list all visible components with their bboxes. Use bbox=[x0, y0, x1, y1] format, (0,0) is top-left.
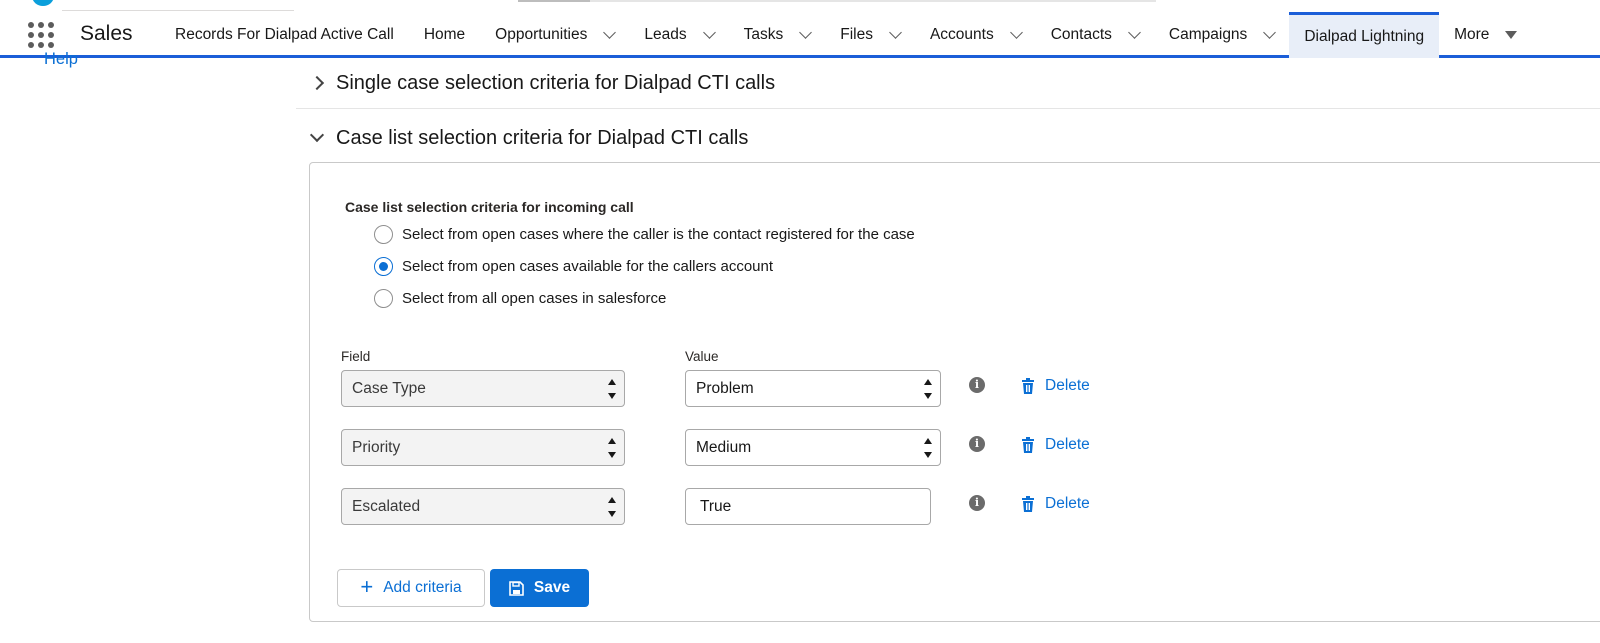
trash-icon bbox=[1022, 437, 1034, 453]
field-select[interactable]: Case Type bbox=[341, 370, 625, 407]
chevron-down-icon[interactable] bbox=[702, 26, 716, 39]
divider bbox=[62, 10, 294, 11]
top-header-strip bbox=[0, 0, 1600, 12]
nav-item-contacts[interactable]: Contacts bbox=[1036, 12, 1154, 58]
info-icon[interactable]: i bbox=[969, 436, 985, 452]
chevron-down-icon[interactable] bbox=[1128, 26, 1141, 39]
nav-item-accounts[interactable]: Accounts bbox=[915, 12, 1036, 58]
plus-icon: + bbox=[360, 574, 374, 599]
panel-label: Case list selection criteria for incomin… bbox=[345, 199, 634, 215]
app-launcher-icon[interactable] bbox=[27, 21, 55, 49]
select-arrows-icon bbox=[608, 438, 616, 458]
field-select[interactable]: Escalated bbox=[341, 488, 625, 525]
value-select[interactable]: Medium bbox=[685, 429, 941, 466]
org-logo-icon bbox=[32, 0, 54, 6]
delete-label: Delete bbox=[1045, 377, 1090, 394]
save-button[interactable]: Save bbox=[490, 569, 589, 607]
radio-label: Select from all open cases in salesforce bbox=[402, 290, 667, 307]
radio-button[interactable] bbox=[374, 257, 393, 276]
field-select-value: Escalated bbox=[352, 498, 421, 515]
section-single-case-criteria-header[interactable]: Single case selection criteria for Dialp… bbox=[300, 66, 1600, 100]
nav-item-records-for-dialpad-active-call[interactable]: Records For Dialpad Active Call bbox=[160, 12, 409, 58]
help-link[interactable]: Help bbox=[44, 50, 78, 69]
select-arrows-icon bbox=[924, 379, 932, 399]
nav-item-leads[interactable]: Leads bbox=[629, 12, 728, 58]
chevron-down-icon[interactable] bbox=[603, 26, 617, 39]
chevron-down-icon[interactable] bbox=[309, 127, 325, 143]
radio-label: Select from open cases available for the… bbox=[402, 258, 774, 275]
trash-icon bbox=[1022, 378, 1034, 394]
radio-label: Select from open cases where the caller … bbox=[402, 226, 915, 243]
select-arrows-icon bbox=[608, 497, 616, 517]
delete-label: Delete bbox=[1045, 436, 1090, 453]
divider bbox=[518, 0, 590, 2]
nav-item-label: Leads bbox=[644, 26, 687, 43]
nav-item-label: Campaigns bbox=[1168, 26, 1248, 43]
nav-item-label: Home bbox=[423, 26, 466, 43]
delete-criteria-button[interactable]: Delete bbox=[1021, 377, 1090, 395]
value-select[interactable]: Problem bbox=[685, 370, 941, 407]
chevron-right-icon[interactable] bbox=[309, 75, 325, 91]
delete-label: Delete bbox=[1045, 495, 1090, 512]
value-input[interactable]: True bbox=[685, 488, 931, 525]
case-list-criteria-panel: Case list selection criteria for incomin… bbox=[309, 162, 1600, 622]
value-select-value: Medium bbox=[696, 439, 752, 456]
chevron-down-icon[interactable] bbox=[1263, 26, 1277, 39]
app-navigation-bar: Sales Records For Dialpad Active Call Ho… bbox=[0, 12, 1600, 58]
nav-item-home[interactable]: Home bbox=[409, 12, 480, 58]
nav-item-label: Files bbox=[840, 26, 873, 43]
nav-item-label: Records For Dialpad Active Call bbox=[175, 26, 394, 43]
nav-item-opportunities[interactable]: Opportunities bbox=[480, 12, 629, 58]
radio-button[interactable] bbox=[374, 289, 393, 308]
field-select-value: Case Type bbox=[352, 380, 426, 397]
section-case-list-criteria-header[interactable]: Case list selection criteria for Dialpad… bbox=[300, 121, 1600, 155]
nav-item-label: Accounts bbox=[929, 26, 994, 43]
value-column-header: Value bbox=[685, 349, 719, 364]
nav-item-label: More bbox=[1454, 26, 1490, 43]
add-criteria-button[interactable]: + Add criteria bbox=[337, 569, 485, 607]
field-column-header: Field bbox=[341, 349, 371, 364]
nav-item-more[interactable]: More bbox=[1439, 12, 1532, 58]
section-title: Single case selection criteria for Dialp… bbox=[336, 71, 776, 94]
nav-item-files[interactable]: Files bbox=[825, 12, 915, 58]
radio-option-all-open-cases[interactable]: Select from all open cases in salesforce bbox=[374, 289, 666, 308]
section-title: Case list selection criteria for Dialpad… bbox=[336, 126, 749, 149]
delete-criteria-button[interactable]: Delete bbox=[1021, 436, 1090, 454]
save-icon bbox=[509, 580, 524, 596]
divider bbox=[296, 108, 1600, 109]
nav-item-label: Tasks bbox=[743, 26, 784, 43]
radio-option-contact-registered[interactable]: Select from open cases where the caller … bbox=[374, 225, 915, 244]
nav-item-tasks[interactable]: Tasks bbox=[729, 12, 826, 58]
divider bbox=[518, 0, 1156, 2]
radio-button[interactable] bbox=[374, 225, 393, 244]
chevron-down-icon[interactable] bbox=[1009, 26, 1023, 39]
value-input-text: True bbox=[700, 498, 732, 515]
chevron-down-icon[interactable] bbox=[889, 26, 902, 39]
field-select[interactable]: Priority bbox=[341, 429, 625, 466]
nav-item-campaigns[interactable]: Campaigns bbox=[1154, 12, 1289, 58]
delete-criteria-button[interactable]: Delete bbox=[1021, 495, 1090, 513]
nav-item-dialpad-lightning[interactable]: Dialpad Lightning bbox=[1289, 12, 1440, 58]
info-icon[interactable]: i bbox=[969, 377, 985, 393]
chevron-down-icon[interactable] bbox=[799, 26, 813, 39]
trash-icon bbox=[1022, 496, 1034, 512]
nav-item-label: Opportunities bbox=[495, 26, 588, 43]
radio-option-callers-account[interactable]: Select from open cases available for the… bbox=[374, 257, 773, 276]
add-criteria-label: Add criteria bbox=[383, 579, 462, 596]
info-icon[interactable]: i bbox=[969, 495, 985, 511]
app-name: Sales bbox=[80, 22, 133, 45]
save-label: Save bbox=[533, 579, 571, 596]
nav-item-label: Contacts bbox=[1050, 26, 1112, 43]
select-arrows-icon bbox=[608, 379, 616, 399]
value-select-value: Problem bbox=[696, 380, 754, 397]
nav-item-label: Dialpad Lightning bbox=[1304, 27, 1425, 45]
select-arrows-icon bbox=[924, 438, 932, 458]
nav-items: Records For Dialpad Active Call Home Opp… bbox=[160, 12, 1532, 58]
caret-down-icon bbox=[1505, 31, 1518, 39]
field-select-value: Priority bbox=[352, 439, 401, 456]
